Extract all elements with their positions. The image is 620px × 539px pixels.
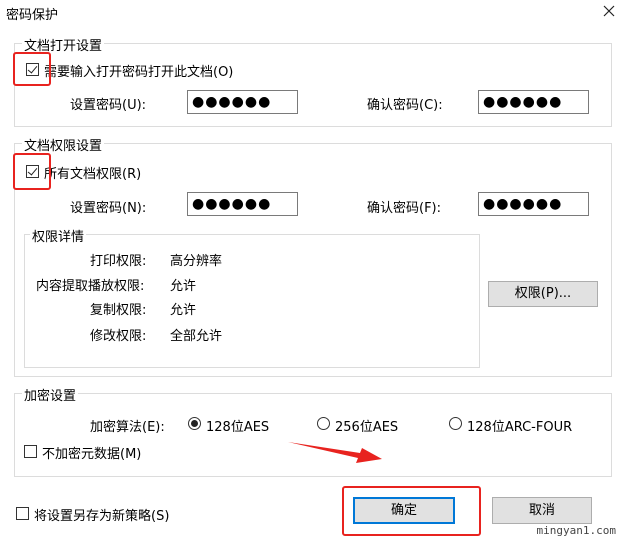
detail-copy-label: 复制权限: (90, 303, 147, 318)
radio-128-aes-label[interactable]: 128位AES (206, 416, 269, 435)
close-button[interactable] (600, 1, 618, 21)
annotation-arrow (288, 442, 382, 463)
no-metadata-label[interactable]: 不加密元数据(M) (42, 443, 141, 462)
all-permissions-label[interactable]: 所有文档权限(R) (44, 163, 141, 182)
radio-256-aes[interactable] (317, 417, 330, 430)
perm-set-password-label: 设置密码(N): (70, 201, 147, 216)
dialog-title: 密码保护 (6, 8, 59, 23)
encryption-legend: 加密设置 (22, 385, 79, 404)
open-set-password-field[interactable]: ●●●●●● (187, 90, 298, 114)
permission-settings-legend: 文档权限设置 (22, 135, 105, 154)
permissions-button[interactable]: 权限(P)... (488, 281, 598, 307)
highlight-ok-button (342, 486, 481, 536)
close-icon (603, 5, 615, 17)
detail-print-value: 高分辨率 (170, 254, 223, 269)
detail-extract-label: 内容提取播放权限: (36, 279, 145, 294)
open-confirm-password-field[interactable]: ●●●●●● (478, 90, 589, 114)
algorithm-label: 加密算法(E): (90, 420, 165, 435)
radio-128-arcfour-label[interactable]: 128位ARC-FOUR (467, 416, 572, 435)
open-set-password-label: 设置密码(U): (70, 98, 147, 113)
perm-confirm-password-label: 确认密码(F): (367, 201, 442, 216)
detail-copy-value: 允许 (170, 303, 197, 318)
permission-details-legend: 权限详情 (30, 226, 87, 245)
open-confirm-password-label: 确认密码(C): (367, 98, 443, 113)
detail-extract-value: 允许 (170, 279, 197, 294)
save-as-policy-label[interactable]: 将设置另存为新策略(S) (34, 505, 169, 524)
detail-print-label: 打印权限: (90, 254, 147, 269)
highlight-require-password (13, 52, 51, 86)
radio-128-arcfour[interactable] (449, 417, 462, 430)
no-metadata-checkbox[interactable] (24, 445, 37, 458)
open-settings-group (14, 43, 612, 127)
perm-set-password-field[interactable]: ●●●●●● (187, 192, 298, 216)
watermark: mingyan1.com (536, 524, 616, 537)
require-password-label[interactable]: 需要输入打开密码打开此文档(O) (44, 61, 233, 80)
perm-confirm-password-field[interactable]: ●●●●●● (478, 192, 589, 216)
detail-modify-label: 修改权限: (90, 329, 147, 344)
detail-modify-value: 全部允许 (170, 329, 223, 344)
save-as-policy-checkbox[interactable] (16, 507, 29, 520)
cancel-button[interactable]: 取消 (492, 497, 592, 524)
highlight-all-permissions (13, 153, 51, 190)
radio-128-aes[interactable] (188, 417, 201, 430)
